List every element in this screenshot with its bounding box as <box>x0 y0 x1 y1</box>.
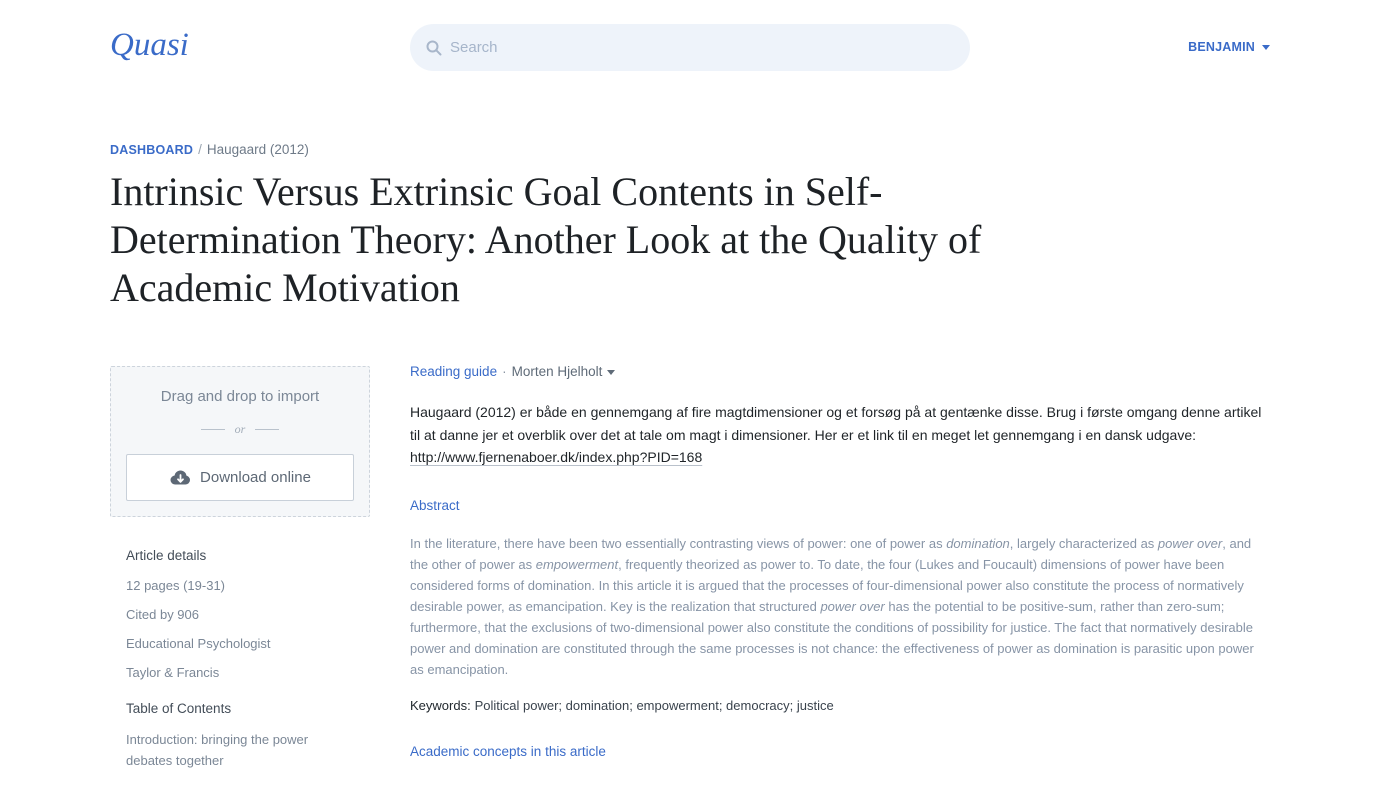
academic-concepts-heading[interactable]: Academic concepts in this article <box>410 742 1270 762</box>
download-online-button[interactable]: Download online <box>126 454 354 501</box>
abstract-emphasis: power over <box>820 598 885 614</box>
cloud-download-icon <box>169 470 191 486</box>
reading-guide-text: Haugaard (2012) er både en gennemgang af… <box>410 401 1270 469</box>
search-input[interactable] <box>450 24 970 71</box>
author-name[interactable]: Morten Hjelholt <box>512 362 603 382</box>
reading-guide-link[interactable]: http://www.fjernenaboer.dk/index.php?PID… <box>410 449 702 465</box>
download-button-label: Download online <box>200 469 311 486</box>
reading-guide-header: Reading guide · Morten Hjelholt <box>410 362 1270 382</box>
reading-guide-body: Haugaard (2012) er både en gennemgang af… <box>410 404 1262 443</box>
divider-line <box>255 428 280 430</box>
chevron-down-icon[interactable] <box>607 369 616 375</box>
abstract-emphasis: power over <box>1157 535 1223 551</box>
toc-item[interactable]: Introduction: bringing the power debates… <box>126 729 354 771</box>
sidebar-meta: Article details 12 pages (19-31) Cited b… <box>126 546 354 771</box>
keywords: Keywords: Political power; domination; em… <box>410 696 1270 716</box>
chevron-down-icon[interactable] <box>1262 44 1270 50</box>
article-page: Quasi BENJAMIN DASHBOARD / Haugaard (201… <box>0 0 1380 786</box>
detail-pages: 12 pages (19-31) <box>126 578 226 593</box>
breadcrumb-dashboard-link[interactable]: DASHBOARD <box>110 141 193 159</box>
divider-text: or <box>234 421 246 436</box>
article-details-list: 12 pages (19-31) Cited by 906 Educationa… <box>126 576 354 683</box>
detail-journal: Educational Psychologist <box>126 636 271 651</box>
abstract-segment: , largely characterized as <box>1009 535 1158 551</box>
user-name[interactable]: BENJAMIN <box>1188 37 1255 57</box>
search-icon <box>426 40 442 56</box>
import-dropzone[interactable]: Drag and drop to import or Download onli… <box>110 366 370 517</box>
drop-label: Drag and drop to import <box>160 388 320 405</box>
reading-guide-label[interactable]: Reading guide <box>410 362 497 382</box>
article-title: Intrinsic Versus Extrinsic Goal Contents… <box>110 169 982 310</box>
quasi-logo[interactable]: Quasi <box>110 25 189 65</box>
toc-list: Introduction: bringing the power debates… <box>126 729 354 771</box>
toc-heading: Table of Contents <box>126 701 232 716</box>
search-bar[interactable] <box>410 24 970 71</box>
breadcrumb: DASHBOARD / Haugaard (2012) <box>110 141 309 159</box>
abstract-emphasis: domination <box>946 535 1010 551</box>
main-content: Reading guide · Morten Hjelholt Haugaard… <box>410 362 1270 762</box>
divider-line <box>200 428 225 430</box>
abstract-heading: Abstract <box>410 497 460 513</box>
breadcrumb-current: Haugaard (2012) <box>206 142 309 157</box>
keywords-label: Keywords: <box>410 697 471 713</box>
detail-publisher: Taylor & Francis <box>126 665 220 680</box>
author-dropdown[interactable]: Morten Hjelholt <box>512 362 616 382</box>
or-divider: or <box>200 421 280 437</box>
article-details-heading: Article details <box>126 548 207 563</box>
abstract-emphasis: empowerment <box>535 556 619 572</box>
abstract-segment: In the literature, there have been two e… <box>410 535 947 551</box>
breadcrumb-separator: / <box>198 142 202 157</box>
user-menu[interactable]: BENJAMIN <box>1188 37 1270 57</box>
reading-guide-separator: · <box>502 364 507 379</box>
abstract-text: In the literature, there have been two e… <box>410 533 1270 680</box>
keywords-values: Political power; domination; empowerment… <box>474 697 834 713</box>
detail-citations: Cited by 906 <box>126 607 199 622</box>
